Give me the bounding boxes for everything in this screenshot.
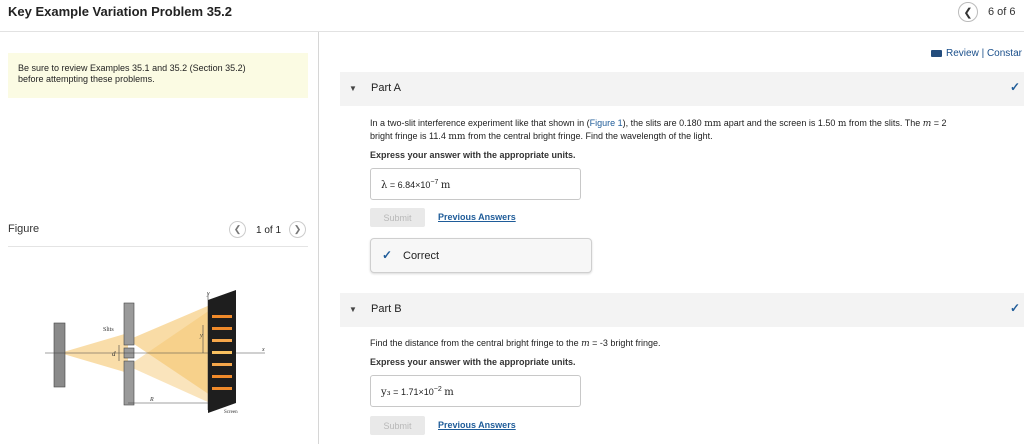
book-icon [931,49,942,57]
figure-count: 1 of 1 [256,225,282,236]
part-b-answer-value: 1.71×10 [400,387,434,397]
review-note: Be sure to review Examples 35.1 and 35.2… [8,53,308,98]
y3-symbol: y₃ [381,387,391,398]
previous-problem-button[interactable]: ❮ [958,2,978,22]
part-a-correct-feedback: ✓ Correct [370,238,592,273]
slits-label: Slits [103,327,114,333]
part-a-label: Part A [371,82,401,94]
part-a-express-instruction: Express your answer with the appropriate… [370,150,576,160]
screen-label: Screen [224,410,238,415]
figure-1-link[interactable]: Figure 1 [590,118,623,128]
part-a-answer-unit: m [440,180,451,191]
part-b-answer-field[interactable]: y₃ = 1.71×10−2 m [370,375,581,407]
figure-next-button[interactable]: ❯ [289,221,306,238]
x-axis-label: x [261,347,265,353]
part-a-question-line2: bright fringe is 11.4 mm from the centra… [370,131,713,142]
page-title: Key Example Variation Problem 35.2 [8,4,232,19]
chevron-right-icon: ❯ [293,224,302,234]
part-b-header[interactable]: ▼ Part B ✓ [340,293,1024,327]
part-b-answer-unit: m [444,387,454,398]
collapse-triangle-icon: ▼ [349,305,357,314]
part-a-answer-field[interactable]: λ = 6.84×10−7 m [370,168,581,200]
part-a-question-line1: In a two-slit interference experiment li… [370,118,947,129]
checkmark-icon: ✓ [1009,80,1020,94]
slits-plate-lower [123,360,135,406]
chevron-left-icon: ❮ [963,6,973,19]
y-distance-label: y [199,333,203,339]
slits-plate-upper [123,302,135,346]
checkmark-icon: ✓ [382,248,393,262]
source-plate [53,322,66,388]
part-a-question: In a two-slit interference experiment li… [370,117,947,143]
part-b-label: Part B [371,303,402,315]
part-b-previous-answers-link[interactable]: Previous Answers [438,420,516,430]
correct-text: Correct [403,250,440,262]
review-link-text: Review | Constar [946,48,1022,59]
column-divider [318,32,319,444]
collapse-triangle-icon: ▼ [349,84,357,93]
part-a-submit-button[interactable]: Submit [370,208,425,227]
part-b-question: Find the distance from the central brigh… [370,338,661,349]
review-constants-link[interactable]: Review | Constar [931,48,1022,59]
two-slit-figure: Slits y y d x R Screen [45,290,265,415]
figure-label: Figure [8,223,40,235]
part-b-submit-button[interactable]: Submit [370,416,425,435]
review-note-line2: before attempting these problems. [18,74,155,84]
r-label: R [149,397,154,403]
figure-prev-button[interactable]: ❮ [229,221,246,238]
part-a-header[interactable]: ▼ Part A ✓ [340,72,1024,106]
y-axis-label: y [206,291,210,297]
part-b-express-instruction: Express your answer with the appropriate… [370,357,576,367]
header-divider [0,31,1024,32]
chevron-left-icon: ❮ [233,224,242,234]
review-note-line1: Be sure to review Examples 35.1 and 35.2… [18,63,246,73]
checkmark-icon: ✓ [1009,301,1020,315]
part-a-answer-value: 6.84×10 [397,180,431,190]
part-a-previous-answers-link[interactable]: Previous Answers [438,212,516,222]
page-count: 6 of 6 [988,6,1016,18]
figure-divider [8,246,308,247]
d-label: d [112,350,116,358]
